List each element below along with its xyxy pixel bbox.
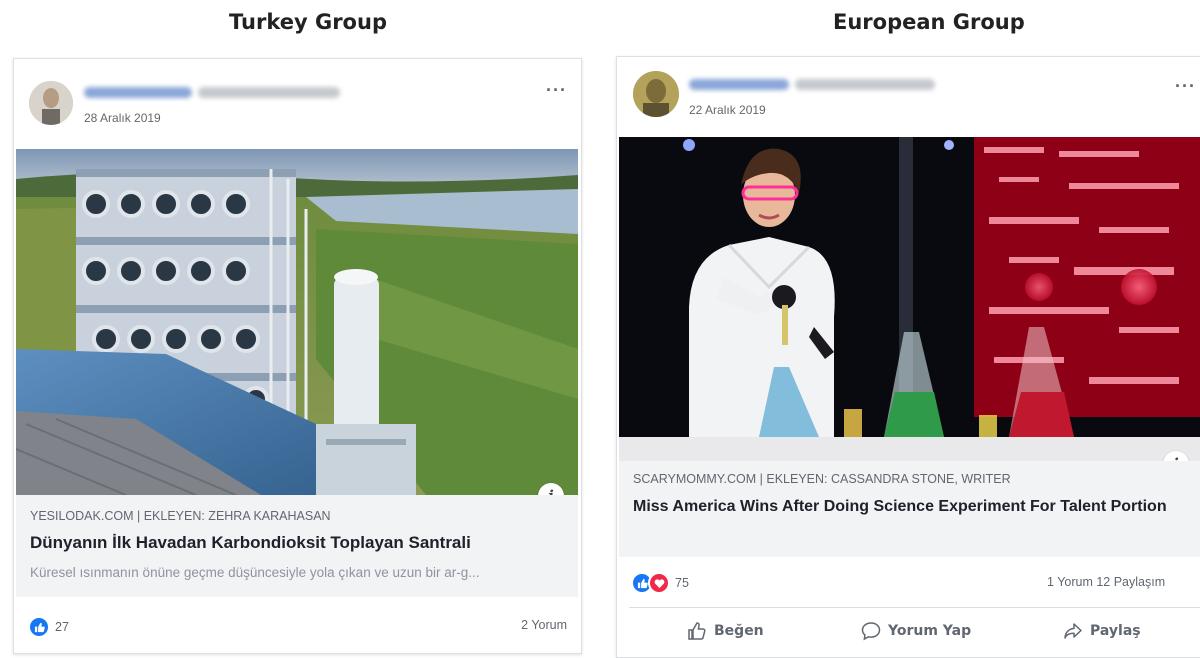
link-title[interactable]: Dünyanın İlk Havadan Karbondioksit Topla… [30, 533, 471, 553]
like-button-label: Beğen [714, 623, 764, 639]
carbon-capture-plant-image [16, 149, 578, 495]
comment-button-label: Yorum Yap [888, 623, 972, 639]
more-options-button[interactable]: ··· [1175, 77, 1196, 95]
love-reaction-icon [648, 572, 670, 594]
reactions-summary[interactable]: 75 [631, 572, 689, 594]
link-domain: SCARYMOMMY.COM | EKLEYEN: CASSANDRA STON… [633, 472, 1011, 486]
science-experiment-image [619, 137, 1200, 461]
reactions-summary[interactable]: 27 [28, 616, 69, 638]
post-date[interactable]: 22 Aralık 2019 [689, 103, 766, 117]
shared-text-blurred [795, 79, 935, 90]
turkey-group-title: Turkey Group [229, 10, 387, 34]
european-post-card: 22 Aralık 2019 ··· SCARYMOMMY.COM | EKLE… [616, 56, 1200, 658]
like-reaction-icon [28, 616, 50, 638]
more-options-button[interactable]: ··· [546, 81, 567, 99]
link-preview-image[interactable] [16, 149, 578, 495]
link-description: Küresel ısınmanın önüne geçme düşüncesiy… [30, 565, 480, 580]
comments-count[interactable]: 2 Yorum [521, 618, 567, 632]
divider [629, 607, 1200, 608]
european-group-title: European Group [833, 10, 1025, 34]
turkey-post-card: 28 Aralık 2019 ··· YESILODAK.COM | EKLEY… [13, 58, 582, 654]
link-preview-box[interactable]: SCARYMOMMY.COM | EKLEYEN: CASSANDRA STON… [619, 461, 1200, 557]
share-icon [1064, 623, 1082, 639]
link-title[interactable]: Miss America Wins After Doing Science Ex… [633, 495, 1195, 518]
avatar-photo-icon [29, 81, 73, 125]
avatar-photo-icon [633, 71, 679, 117]
share-button[interactable]: Paylaş [1063, 621, 1141, 641]
link-domain: YESILODAK.COM | EKLEYEN: ZEHRA KARAHASAN [30, 509, 331, 523]
comments-shares-count[interactable]: 1 Yorum 12 Paylaşım [1047, 575, 1165, 589]
link-preview-box[interactable]: YESILODAK.COM | EKLEYEN: ZEHRA KARAHASAN… [16, 495, 578, 597]
reaction-count: 27 [55, 620, 69, 634]
author-name-blurred[interactable] [689, 79, 789, 90]
post-header: 22 Aralık 2019 ··· [617, 57, 1200, 143]
share-button-label: Paylaş [1090, 623, 1141, 639]
avatar[interactable] [29, 81, 73, 125]
like-button[interactable]: Beğen [687, 621, 764, 641]
avatar[interactable] [633, 71, 679, 117]
author-name-blurred[interactable] [84, 87, 192, 98]
thumbs-up-icon [688, 622, 706, 640]
post-header: 28 Aralık 2019 ··· [14, 59, 581, 145]
link-preview-image[interactable] [619, 137, 1200, 461]
shared-text-blurred [198, 87, 340, 98]
post-date[interactable]: 28 Aralık 2019 [84, 111, 161, 125]
comment-button[interactable]: Yorum Yap [861, 621, 971, 641]
comment-icon [861, 622, 881, 641]
reaction-count: 75 [675, 576, 689, 590]
